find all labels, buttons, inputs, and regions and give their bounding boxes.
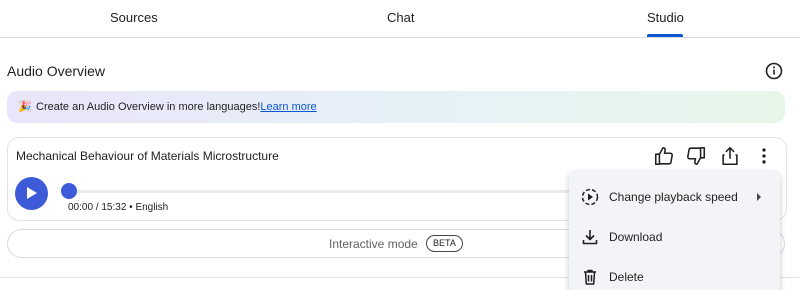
banner-message: Create an Audio Overview in more languag… <box>36 101 261 113</box>
audio-title: Mechanical Behaviour of Materials Micros… <box>16 149 279 163</box>
active-tab-indicator <box>647 34 683 37</box>
submenu-arrow-icon <box>757 193 761 201</box>
language-banner: 🎉 Create an Audio Overview in more langu… <box>7 91 785 123</box>
beta-badge: BETA <box>426 235 463 252</box>
menu-item-label: Delete <box>609 270 644 284</box>
trash-icon <box>584 269 596 285</box>
playback-speed-icon <box>581 188 599 206</box>
party-popper-icon: 🎉 <box>18 101 32 113</box>
top-tab-bar: Sources Chat Studio <box>0 0 800 38</box>
section-title: Audio Overview <box>7 63 106 79</box>
tab-studio[interactable]: Studio <box>647 10 684 25</box>
menu-item-label: Download <box>609 230 663 244</box>
play-button[interactable] <box>15 177 48 210</box>
menu-item-label: Change playback speed <box>609 190 738 204</box>
audio-options-menu: Change playback speed Download Delete <box>569 171 780 290</box>
menu-item-playback-speed[interactable]: Change playback speed <box>569 179 780 215</box>
interactive-mode-label: Interactive mode <box>329 237 418 251</box>
thumbs-down-icon[interactable] <box>685 145 707 167</box>
learn-more-link[interactable]: Learn more <box>260 101 316 113</box>
play-icon <box>27 187 37 199</box>
menu-item-delete[interactable]: Delete <box>569 259 780 290</box>
share-icon[interactable] <box>719 145 741 167</box>
time-and-language: 00:00 / 15:32 • English <box>68 202 169 213</box>
tab-sources[interactable]: Sources <box>110 10 158 25</box>
download-icon <box>582 230 598 245</box>
banner-text: Create an Audio Overview in more languag… <box>36 101 317 113</box>
info-icon[interactable] <box>765 62 783 80</box>
thumbs-up-icon[interactable] <box>653 145 675 167</box>
menu-item-download[interactable]: Download <box>569 219 780 255</box>
progress-track[interactable] <box>70 190 570 193</box>
more-vert-icon[interactable] <box>753 145 775 167</box>
progress-thumb[interactable] <box>61 183 77 199</box>
tab-chat[interactable]: Chat <box>387 10 414 25</box>
